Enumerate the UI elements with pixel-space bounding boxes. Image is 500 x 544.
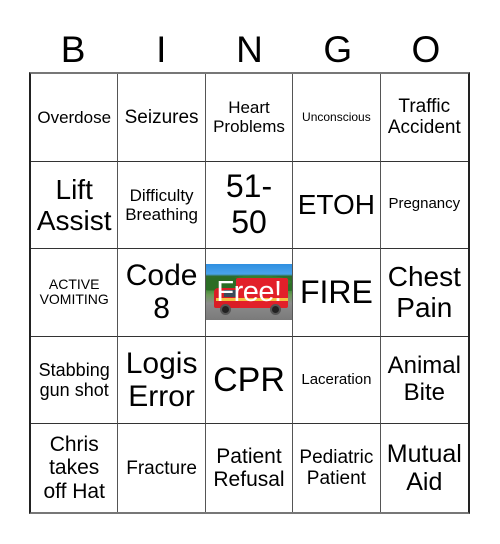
cell-text: Chris xyxy=(49,432,99,456)
cell-text: 51- xyxy=(225,168,273,205)
bingo-cell-lift-assist[interactable]: Lift Assist xyxy=(31,161,119,250)
bingo-cell-stabbing-gun-shot[interactable]: Stabbing gun shot xyxy=(31,336,119,425)
header-letter-n: N xyxy=(236,29,263,70)
bingo-cell-laceration[interactable]: Laceration xyxy=(293,336,381,425)
bingo-cell-patient-refusal[interactable]: Patient Refusal xyxy=(206,424,294,512)
cell-text: Pain xyxy=(396,292,453,324)
cell-text: off Hat xyxy=(43,479,105,503)
bingo-cell-traffic-accident[interactable]: Traffic Accident xyxy=(380,74,468,162)
cell-text: VOMITING xyxy=(39,291,109,308)
cell-text: Laceration xyxy=(301,370,372,388)
cell-text: Refusal xyxy=(213,468,285,492)
cell-text: Breathing xyxy=(125,204,198,224)
bingo-cell-difficulty-breathing[interactable]: Difficulty Breathing xyxy=(118,161,206,250)
header-letter-i: I xyxy=(156,29,167,70)
cell-text: Seizures xyxy=(124,106,199,128)
bingo-cell-unconscious[interactable]: Unconscious xyxy=(293,74,381,162)
cell-text: Difficulty xyxy=(129,185,194,205)
bingo-cell-code-8[interactable]: Code 8 xyxy=(118,249,206,337)
bingo-cell-cpr[interactable]: CPR xyxy=(205,336,294,425)
cell-text: Error xyxy=(128,380,195,414)
bingo-cell-pregnancy[interactable]: Pregnancy xyxy=(380,162,468,250)
bingo-cell-logis-error[interactable]: Logis Error xyxy=(118,336,206,425)
cell-text: Animal xyxy=(387,352,461,380)
cell-text: 50 xyxy=(231,203,267,240)
cell-text: Overdose xyxy=(37,107,112,127)
bingo-grid: Overdose Seizures Heart Problems Unconsc… xyxy=(29,72,470,514)
cell-text: 8 xyxy=(153,292,170,326)
cell-text: FIRE xyxy=(299,273,373,310)
cell-text: Mutual xyxy=(386,440,462,469)
bingo-cell-overdose[interactable]: Overdose xyxy=(31,74,119,162)
bingo-cell-chris-takes-off-hat[interactable]: Chris takes off Hat xyxy=(31,424,119,512)
cell-text: Bite xyxy=(403,379,445,407)
cell-text: Patient xyxy=(306,468,366,490)
bingo-cell-mutual-aid[interactable]: Mutual Aid xyxy=(381,424,468,512)
cell-text: ACTIVE xyxy=(48,275,100,292)
cell-text: Pediatric xyxy=(299,446,374,468)
cell-text: Chest xyxy=(387,261,461,293)
bingo-cell-fire[interactable]: FIRE xyxy=(293,249,381,337)
header-letter-g: G xyxy=(323,29,353,70)
free-label: Free! xyxy=(216,276,282,309)
cell-text: Stabbing xyxy=(38,359,110,380)
cell-text: Pregnancy xyxy=(388,195,461,213)
cell-text: gun shot xyxy=(39,380,109,401)
cell-text: Unconscious xyxy=(302,109,371,124)
header-letter-o: O xyxy=(411,29,441,70)
bingo-cell-seizures[interactable]: Seizures xyxy=(118,74,206,162)
bingo-header: B I N G O xyxy=(29,28,470,72)
cell-text: Accident xyxy=(387,117,461,139)
cell-text: Fracture xyxy=(126,457,197,479)
bingo-cell-active-vomiting[interactable]: ACTIVE VOMITING xyxy=(31,249,119,337)
cell-text: Problems xyxy=(213,117,285,137)
header-letter-b: B xyxy=(60,29,86,70)
bingo-cell-free-space[interactable]: Free! xyxy=(205,249,294,337)
ambulance-image: Free! xyxy=(205,264,293,321)
cell-text: Lift xyxy=(55,173,93,205)
bingo-cell-chest-pain[interactable]: Chest Pain xyxy=(380,249,468,337)
cell-text: Code xyxy=(125,258,198,292)
cell-text: CPR xyxy=(213,361,285,400)
cell-text: Patient xyxy=(216,444,282,468)
bingo-cell-pediatric-patient[interactable]: Pediatric Patient xyxy=(293,424,381,512)
cell-text: takes xyxy=(49,456,100,480)
cell-text: Assist xyxy=(36,204,112,236)
cell-text: Aid xyxy=(406,468,443,497)
bingo-cell-etoh[interactable]: ETOH xyxy=(293,161,381,250)
cell-text: ETOH xyxy=(297,189,376,221)
bingo-cell-heart-problems[interactable]: Heart Problems xyxy=(205,74,294,162)
cell-text: Traffic xyxy=(398,96,451,118)
cell-text: Logis xyxy=(125,346,198,380)
bingo-cell-fracture[interactable]: Fracture xyxy=(118,424,206,512)
bingo-cell-51-50[interactable]: 51- 50 xyxy=(205,161,294,250)
cell-text: Heart xyxy=(228,98,270,118)
bingo-cell-animal-bite[interactable]: Animal Bite xyxy=(380,337,468,425)
